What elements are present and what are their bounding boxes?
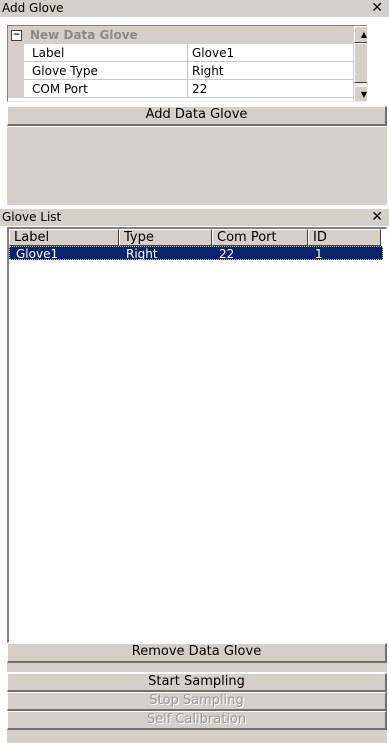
bottom-strip	[7, 730, 387, 743]
row-id-cell: 1	[315, 247, 323, 261]
column-header-id[interactable]: ID	[308, 229, 381, 246]
column-header-label[interactable]: Label	[9, 229, 119, 246]
add-glove-titlebar: Add Glove ✕	[0, 0, 389, 17]
property-name: COM Port	[24, 80, 188, 98]
com-port-value-field[interactable]: 22	[188, 80, 367, 98]
property-name: Glove Type	[24, 62, 188, 80]
property-category-new-data-glove[interactable]: − New Data Glove	[8, 26, 353, 44]
property-grid: − New Data Glove Label Glove1 Glove Type…	[7, 25, 367, 102]
add-glove-empty-area	[7, 127, 387, 205]
stop-sampling-button[interactable]: Stop Sampling	[7, 692, 387, 711]
row-gutter	[8, 80, 24, 98]
start-sampling-button[interactable]: Start Sampling	[7, 673, 387, 692]
row-gutter	[8, 44, 24, 62]
scroll-down-button[interactable]: ▼	[354, 86, 367, 101]
glove-type-value-field[interactable]: Right	[188, 62, 367, 80]
property-row-com-port[interactable]: COM Port 22	[8, 80, 367, 98]
glove-list-titlebar: Glove List ✕	[0, 209, 389, 226]
row-type-cell: Right	[126, 247, 158, 261]
glove-list-view[interactable]: Label Type Com Port ID Glove1 Right 22 1	[7, 227, 387, 643]
row-com-port-cell: 22	[219, 247, 235, 261]
column-header-type[interactable]: Type	[119, 229, 212, 246]
self-calibration-button[interactable]: Self Calibration	[7, 711, 387, 730]
label-value-field[interactable]: Glove1	[188, 44, 367, 62]
scroll-thumb[interactable]	[354, 43, 367, 83]
remove-data-glove-button[interactable]: Remove Data Glove	[7, 643, 387, 663]
add-glove-title: Add Glove	[2, 1, 64, 15]
row-gutter	[8, 62, 24, 80]
property-row-glove-type[interactable]: Glove Type Right	[8, 62, 367, 80]
close-icon[interactable]: ✕	[371, 209, 383, 226]
close-icon[interactable]: ✕	[371, 0, 383, 17]
column-header-com-port[interactable]: Com Port	[212, 229, 308, 246]
collapse-icon[interactable]: −	[11, 30, 22, 41]
scroll-up-button[interactable]: ▲	[354, 26, 367, 43]
property-grid-scrollbar[interactable]: ▲ ▼	[353, 26, 367, 101]
row-label-cell: Glove1	[16, 247, 59, 261]
glove-list-title: Glove List	[2, 210, 62, 224]
property-name: Label	[24, 44, 188, 62]
table-row[interactable]: Glove1 Right 22 1	[9, 246, 383, 261]
button-gap	[7, 663, 387, 672]
add-data-glove-button[interactable]: Add Data Glove	[7, 106, 387, 126]
category-label: New Data Glove	[30, 28, 138, 42]
property-row-label[interactable]: Label Glove1	[8, 44, 367, 62]
